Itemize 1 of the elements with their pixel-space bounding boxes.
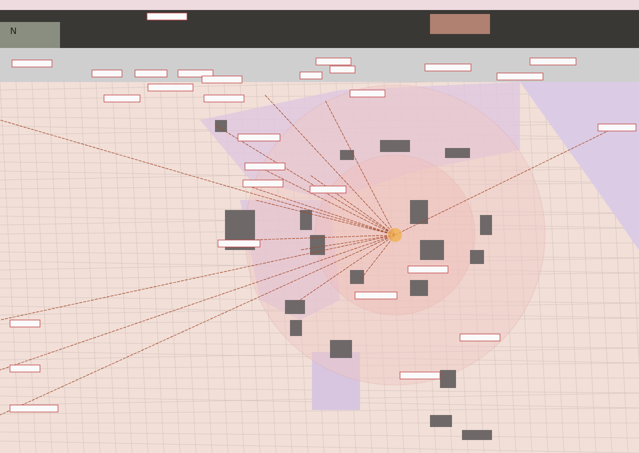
north-label: N — [10, 27, 17, 37]
